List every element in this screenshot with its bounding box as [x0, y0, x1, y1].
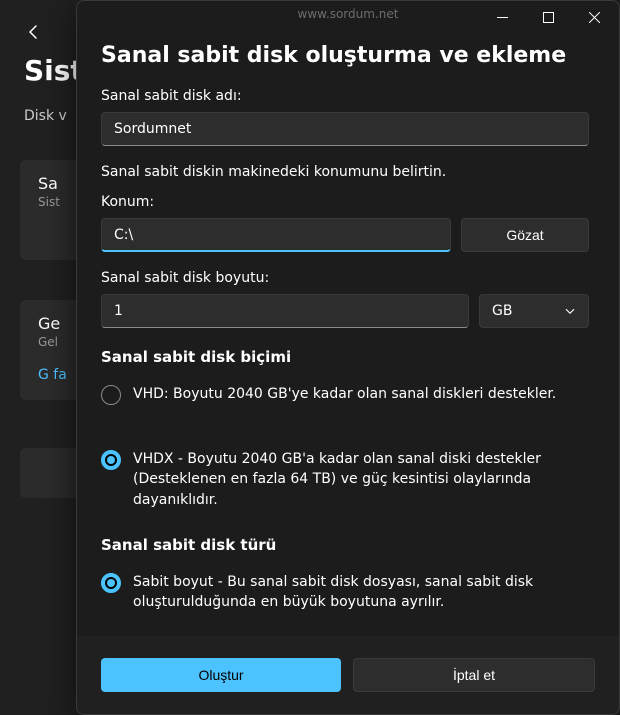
- watermark-text: www.sordum.net: [298, 7, 399, 21]
- create-vhd-dialog: www.sordum.net Sanal sabit disk oluşturm…: [76, 0, 620, 715]
- dialog-footer: Oluştur İptal et: [77, 636, 619, 714]
- location-label: Konum:: [101, 194, 589, 210]
- maximize-button[interactable]: [525, 2, 571, 32]
- disk-name-input[interactable]: [101, 112, 589, 146]
- radio-icon: [101, 385, 121, 405]
- close-button[interactable]: [571, 2, 617, 32]
- size-input[interactable]: [101, 294, 469, 328]
- location-input[interactable]: [101, 218, 451, 252]
- format-option-vhdx[interactable]: VHDX - Boyutu 2040 GB'a kadar olan sanal…: [101, 443, 589, 516]
- format-heading: Sanal sabit disk biçimi: [101, 348, 589, 366]
- back-icon[interactable]: [26, 24, 42, 44]
- size-label: Sanal sabit disk boyutu:: [101, 270, 589, 286]
- bg-page-subtitle: Disk v: [24, 108, 67, 124]
- type-heading: Sanal sabit disk türü: [101, 536, 589, 554]
- dialog-title: Sanal sabit disk oluşturma ve ekleme: [101, 43, 589, 68]
- cancel-button[interactable]: İptal et: [353, 658, 595, 692]
- bg-page-title: Sist: [24, 54, 84, 87]
- name-label: Sanal sabit disk adı:: [101, 88, 589, 104]
- chevron-down-icon: [564, 305, 576, 317]
- browse-button[interactable]: Gözat: [461, 218, 589, 252]
- titlebar: www.sordum.net: [77, 1, 619, 33]
- format-option-vhd[interactable]: VHD: Boyutu 2040 GB'ye kadar olan sanal …: [101, 378, 589, 411]
- radio-icon: [101, 573, 121, 593]
- size-unit-combo[interactable]: GB: [479, 294, 589, 328]
- dialog-scroll-area[interactable]: Sanal sabit disk oluşturma ve ekleme San…: [101, 41, 609, 628]
- radio-icon: [101, 450, 121, 470]
- create-button[interactable]: Oluştur: [101, 658, 341, 692]
- type-option-dynamic[interactable]: Dinamik olarak genişletilen (önerilen) -…: [101, 626, 589, 628]
- minimize-button[interactable]: [479, 2, 525, 32]
- type-option-fixed[interactable]: Sabit boyut - Bu sanal sabit disk dosyas…: [101, 566, 589, 619]
- location-help: Sanal sabit diskin makinedeki konumunu b…: [101, 164, 589, 180]
